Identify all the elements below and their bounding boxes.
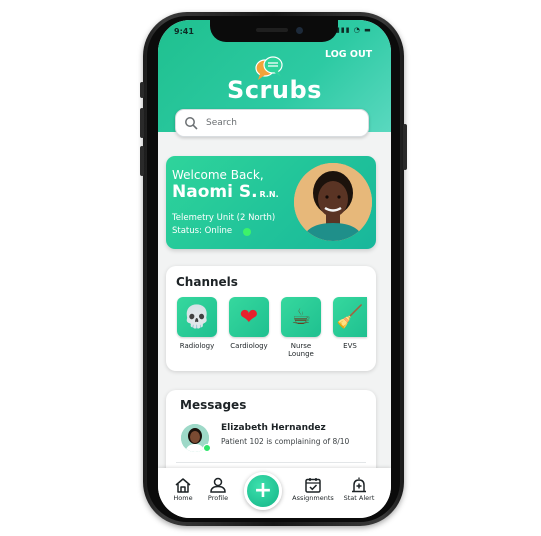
coffee-icon: ☕ (281, 297, 321, 337)
speaker-grille (256, 28, 288, 32)
channels-card: Channels 💀 Radiology ❤ Cardiology ☕ Nurs… (166, 266, 376, 371)
user-unit: Telemetry Unit (2 North) (172, 213, 276, 223)
channel-cardiology[interactable]: ❤ Cardiology (229, 297, 269, 350)
message-sender[interactable]: Elizabeth Hernandez (221, 423, 326, 433)
volume-up-button (140, 108, 144, 138)
stat-alert-icon (352, 477, 366, 493)
channel-label: Cardiology (230, 342, 268, 350)
message-preview[interactable]: Patient 102 is complaining of 8/10 (221, 437, 349, 446)
user-name-text: Naomi S. (172, 182, 258, 202)
tab-home[interactable]: Home (170, 477, 196, 502)
add-button[interactable]: + (244, 472, 282, 510)
search-icon (185, 117, 198, 130)
home-icon (175, 478, 191, 493)
online-status-dot (203, 444, 211, 452)
channel-label: Radiology (179, 342, 215, 350)
user-credential: R.N. (259, 190, 279, 199)
channel-nurse-lounge[interactable]: ☕ Nurse Lounge (281, 297, 321, 358)
user-avatar-portrait (294, 163, 372, 241)
messages-title: Messages (180, 398, 247, 412)
volume-down-button (140, 146, 144, 176)
channel-label: Nurse Lounge (288, 342, 314, 358)
broom-icon: 🧹 (333, 297, 367, 337)
mute-switch (140, 82, 144, 98)
user-status: Status: Online (172, 226, 233, 236)
calendar-check-icon (305, 478, 321, 493)
user-avatar[interactable] (294, 163, 372, 241)
welcome-greeting: Welcome Back, (172, 168, 264, 182)
tab-label: Stat Alert (343, 494, 375, 502)
user-name: Naomi S. R.N. (172, 182, 279, 202)
tab-label: Profile (207, 494, 229, 502)
skull-icon: 💀 (177, 297, 217, 337)
welcome-card: Welcome Back, Naomi S. R.N. Telemetry Uni… (166, 156, 376, 249)
search-input[interactable]: Search (175, 109, 369, 137)
front-camera (296, 27, 303, 34)
app-brand-title: Scrubs (227, 76, 322, 104)
channel-evs[interactable]: 🧹 EVS (333, 297, 373, 350)
divider (176, 462, 366, 463)
tab-stat-alert[interactable]: Stat Alert (341, 477, 377, 502)
tab-profile[interactable]: Profile (203, 477, 233, 502)
tab-assignments[interactable]: Assignments (289, 477, 337, 502)
heart-icon: ❤ (229, 297, 269, 337)
channel-radiology[interactable]: 💀 Radiology (177, 297, 217, 350)
search-placeholder: Search (206, 118, 237, 128)
device-notch (210, 20, 338, 42)
channels-title: Channels (176, 275, 238, 289)
status-icons: ▮▮▮ ◔ ▬ (336, 26, 372, 34)
profile-icon (210, 477, 226, 493)
logout-button[interactable]: LOG OUT (325, 49, 372, 60)
tab-label: Assignments (292, 494, 334, 502)
status-time: 9:41 (174, 27, 194, 36)
online-status-dot (243, 228, 251, 236)
power-button (403, 124, 407, 170)
tab-label: Home (173, 494, 193, 502)
channel-label: EVS (343, 342, 357, 350)
app-screen: 9:41 ▮▮▮ ◔ ▬ LOG OUT Scrubs Search Welco… (158, 20, 391, 518)
